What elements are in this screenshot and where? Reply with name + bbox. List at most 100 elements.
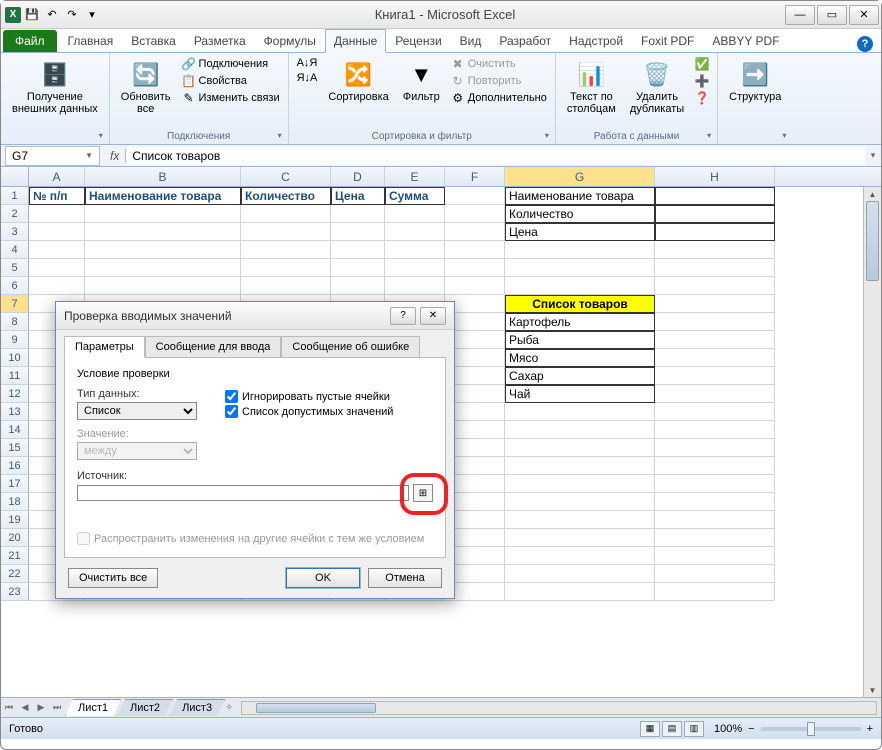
cell[interactable] — [655, 187, 775, 205]
cell[interactable]: Чай — [505, 385, 655, 403]
cell[interactable] — [29, 205, 85, 223]
vertical-scrollbar[interactable]: ▲ ▼ — [863, 187, 881, 697]
cell[interactable] — [445, 205, 505, 223]
dialog-titlebar[interactable]: Проверка вводимых значений ? ✕ — [56, 302, 454, 330]
ignore-blank-checkbox[interactable] — [225, 390, 238, 403]
minimize-button[interactable]: — — [785, 5, 815, 25]
cell[interactable] — [655, 403, 775, 421]
select-all-corner[interactable] — [1, 167, 29, 186]
row-header[interactable]: 1 — [1, 187, 29, 205]
cell[interactable] — [655, 511, 775, 529]
dialog-tab-error-alert[interactable]: Сообщение об ошибке — [281, 336, 420, 357]
cell[interactable] — [655, 421, 775, 439]
cell[interactable] — [505, 475, 655, 493]
cell[interactable] — [85, 259, 241, 277]
data-validation-button[interactable]: ✅ — [693, 56, 711, 72]
zoom-slider[interactable] — [761, 727, 861, 731]
cell[interactable] — [385, 223, 445, 241]
cell[interactable] — [655, 547, 775, 565]
properties-button[interactable]: 📋Свойства — [180, 73, 282, 89]
cell[interactable] — [655, 259, 775, 277]
dialog-tab-settings[interactable]: Параметры — [64, 336, 145, 358]
row-header[interactable]: 22 — [1, 565, 29, 583]
save-button[interactable]: 💾 — [23, 6, 41, 24]
row-header[interactable]: 12 — [1, 385, 29, 403]
formula-expand-icon[interactable]: ▾ — [865, 150, 881, 161]
cell[interactable]: Наименование товара — [85, 187, 241, 205]
cell[interactable]: Количество — [505, 205, 655, 223]
cell[interactable]: Количество — [241, 187, 331, 205]
cell[interactable]: Цена — [505, 223, 655, 241]
file-tab[interactable]: Файл — [3, 30, 57, 52]
ribbon-tab-вид[interactable]: Вид — [451, 29, 491, 52]
cell[interactable] — [505, 457, 655, 475]
cell[interactable] — [445, 241, 505, 259]
zoom-in-button[interactable]: + — [867, 723, 873, 735]
qat-more[interactable]: ▾ — [83, 6, 101, 24]
tab-nav-prev[interactable]: ◀ — [17, 702, 33, 713]
cell[interactable] — [241, 223, 331, 241]
row-header[interactable]: 15 — [1, 439, 29, 457]
cell[interactable] — [655, 349, 775, 367]
cell[interactable] — [505, 511, 655, 529]
outline-button[interactable]: ➡️ Структура — [724, 56, 786, 106]
col-header-A[interactable]: A — [29, 167, 85, 186]
cell[interactable]: Список товаров — [505, 295, 655, 313]
col-header-D[interactable]: D — [331, 167, 385, 186]
cell[interactable] — [331, 205, 385, 223]
ribbon-tab-разработ[interactable]: Разработ — [490, 29, 560, 52]
cell[interactable] — [505, 493, 655, 511]
ribbon-tab-формулы[interactable]: Формулы — [255, 29, 325, 52]
cell[interactable] — [385, 259, 445, 277]
horizontal-scrollbar[interactable] — [241, 701, 877, 715]
cell[interactable] — [445, 187, 505, 205]
cell[interactable] — [505, 529, 655, 547]
page-break-button[interactable]: ▥ — [684, 721, 704, 737]
cell[interactable]: Картофель — [505, 313, 655, 331]
row-header[interactable]: 5 — [1, 259, 29, 277]
cell[interactable] — [241, 241, 331, 259]
row-header[interactable]: 21 — [1, 547, 29, 565]
cell[interactable] — [655, 439, 775, 457]
ribbon-tab-данные[interactable]: Данные — [325, 29, 386, 53]
cell[interactable] — [85, 205, 241, 223]
cell[interactable] — [85, 277, 241, 295]
range-selector-button[interactable]: ⊞ — [413, 484, 433, 502]
cell[interactable] — [655, 529, 775, 547]
cell[interactable] — [655, 295, 775, 313]
undo-button[interactable]: ↶ — [43, 6, 61, 24]
cell[interactable] — [331, 259, 385, 277]
cell[interactable] — [385, 205, 445, 223]
scroll-up-icon[interactable]: ▲ — [864, 187, 881, 201]
cell[interactable] — [505, 277, 655, 295]
cell[interactable] — [505, 565, 655, 583]
cell[interactable] — [85, 223, 241, 241]
clear-all-button[interactable]: Очистить все — [68, 568, 158, 588]
cell[interactable] — [385, 241, 445, 259]
row-header[interactable]: 4 — [1, 241, 29, 259]
tab-nav-last[interactable]: ⏭ — [49, 702, 65, 713]
row-header[interactable]: 3 — [1, 223, 29, 241]
cell[interactable] — [655, 565, 775, 583]
help-icon[interactable]: ? — [857, 36, 873, 52]
cell[interactable]: № п/п — [29, 187, 85, 205]
in-cell-dropdown-checkbox[interactable] — [225, 405, 238, 418]
ribbon-tab-abbyy pdf[interactable]: ABBYY PDF — [703, 29, 788, 52]
cell[interactable]: Наименование товара — [505, 187, 655, 205]
consolidate-button[interactable]: ➕ — [693, 73, 711, 89]
name-box[interactable]: G7▼ — [5, 146, 100, 166]
cancel-button[interactable]: Отмена — [368, 568, 442, 588]
cell[interactable] — [505, 421, 655, 439]
cell[interactable] — [505, 439, 655, 457]
cell[interactable] — [655, 205, 775, 223]
cell[interactable] — [241, 277, 331, 295]
cell[interactable] — [331, 241, 385, 259]
dialog-help-button[interactable]: ? — [390, 307, 416, 325]
row-header[interactable]: 16 — [1, 457, 29, 475]
row-header[interactable]: 11 — [1, 367, 29, 385]
cell[interactable] — [655, 331, 775, 349]
cell[interactable] — [385, 277, 445, 295]
cell[interactable] — [655, 277, 775, 295]
allow-select[interactable]: Список — [77, 402, 197, 420]
text-to-columns-button[interactable]: 📊 Текст по столбцам — [562, 56, 621, 118]
